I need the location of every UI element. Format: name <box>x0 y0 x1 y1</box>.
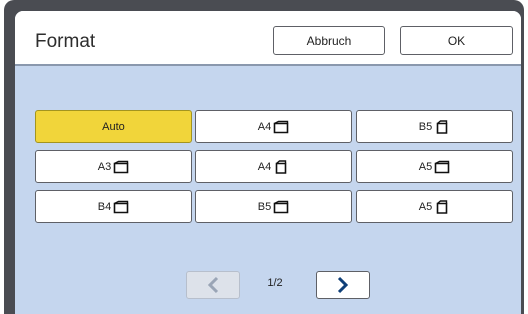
portrait-paper-icon <box>436 199 448 214</box>
format-option-label: B5 <box>418 120 433 133</box>
format-dialog: Format Abbruch OK Auto A4 B5 A3 A4 A5 B4… <box>15 11 521 314</box>
format-option-a4-landscape[interactable]: A4 <box>195 110 352 143</box>
landscape-paper-icon <box>273 120 289 133</box>
page-indicator: 1/2 <box>267 277 283 289</box>
format-option-a3-landscape[interactable]: A3 <box>35 150 192 183</box>
header-divider <box>15 64 521 66</box>
format-option-label: A5 <box>418 160 433 173</box>
landscape-paper-icon <box>273 200 289 213</box>
format-option-label: A5 <box>418 200 433 213</box>
format-option-b5-portrait[interactable]: B5 <box>356 110 513 143</box>
ok-button[interactable]: OK <box>400 26 513 55</box>
dialog-header: Format Abbruch OK <box>15 11 521 64</box>
format-option-label: A3 <box>97 160 112 173</box>
format-option-b4-landscape[interactable]: B4 <box>35 190 192 223</box>
format-option-label: A4 <box>257 120 272 133</box>
format-option-auto[interactable]: Auto <box>35 110 192 143</box>
format-option-a5-landscape[interactable]: A5 <box>356 150 513 183</box>
format-option-label: Auto <box>102 120 125 133</box>
format-option-label: B4 <box>97 200 112 213</box>
format-option-a4-portrait[interactable]: A4 <box>195 150 352 183</box>
format-option-b5-landscape[interactable]: B5 <box>195 190 352 223</box>
window-frame: Format Abbruch OK Auto A4 B5 A3 A4 A5 B4… <box>4 0 524 314</box>
landscape-paper-icon <box>434 160 450 173</box>
format-option-a5-portrait[interactable]: A5 <box>356 190 513 223</box>
chevron-right-icon <box>337 276 349 294</box>
portrait-paper-icon <box>275 159 287 174</box>
cancel-button[interactable]: Abbruch <box>273 26 385 55</box>
next-page-button[interactable] <box>316 271 370 299</box>
format-option-label: B5 <box>257 200 272 213</box>
landscape-paper-icon <box>113 160 129 173</box>
previous-page-button[interactable] <box>186 271 240 299</box>
format-option-label: A4 <box>257 160 272 173</box>
landscape-paper-icon <box>113 200 129 213</box>
chevron-left-icon <box>207 276 219 294</box>
page-title: Format <box>35 31 96 52</box>
portrait-paper-icon <box>436 119 448 134</box>
